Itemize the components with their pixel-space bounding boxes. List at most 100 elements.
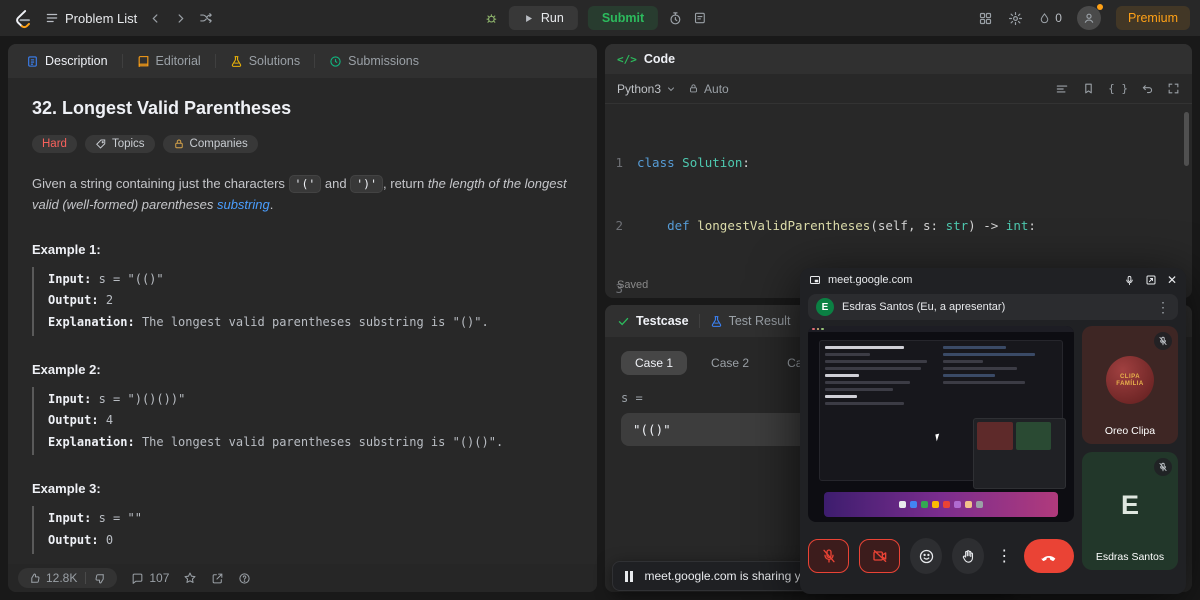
explanation-label: Explanation: [48,315,135,329]
case-1-chip[interactable]: Case 1 [621,351,687,375]
like-count: 12.8K [46,571,77,585]
problem-list-button[interactable]: Problem List [45,11,137,26]
pause-icon [625,571,633,582]
code-token: ) -> [968,215,1006,236]
example-explanation: The longest valid parentheses substring … [142,315,489,329]
participant-initial: E [1082,490,1178,521]
history-clock-icon [329,55,342,68]
end-call-button[interactable] [1024,539,1074,573]
participant-tile-oreo[interactable]: CLIPA FAMÍLIA Oreo Clipa [1082,326,1178,444]
submit-label: Submit [602,11,644,25]
code-token: (self, s: [870,215,945,236]
snippets-icon[interactable]: { } [1108,82,1128,95]
premium-button[interactable]: Premium [1116,6,1190,30]
notification-dot [1097,4,1103,10]
topics-pill[interactable]: Topics [85,135,155,153]
like-button[interactable]: 12.8K [28,571,77,585]
random-problem-button[interactable] [199,11,213,25]
tab-editorial[interactable]: Editorial [129,50,209,72]
layout-button[interactable] [978,11,993,26]
companies-pill[interactable]: Companies [163,135,258,153]
streak-counter[interactable]: 0 [1038,11,1062,25]
mic-mute-button[interactable] [808,539,849,573]
bookmark-icon[interactable] [1082,82,1095,95]
debugger-button[interactable] [484,11,499,26]
lock-icon [173,138,185,150]
tab-description[interactable]: Description [18,50,116,72]
favorite-button[interactable] [183,571,197,585]
code-token: class [637,152,675,173]
tab-submissions[interactable]: Submissions [321,50,427,72]
debug-bug-icon [484,11,499,26]
editor-toolbar: Python3 Auto { } [605,74,1192,104]
presenter-bar[interactable]: E Esdras Santos (Eu, a apresentar) ⋮ [808,294,1178,320]
grid-icon [978,11,993,26]
presenter-avatar: E [816,298,834,316]
tab-description-label: Description [45,54,108,68]
case-2-chip[interactable]: Case 2 [697,351,763,375]
tab-separator [699,314,700,328]
raise-hand-button[interactable] [952,538,984,574]
line-number: 1 [605,152,637,173]
participant-tile-esdras[interactable]: E Esdras Santos [1082,452,1178,570]
fullscreen-icon[interactable] [1167,82,1180,95]
comment-icon [131,572,144,585]
language-selector[interactable]: Python3 [617,82,676,96]
auto-toggle[interactable]: Auto [688,82,729,96]
auto-label: Auto [704,82,729,96]
code-panel: </> Code Python3 Auto { } 1class Soluti [605,44,1192,298]
kebab-menu-icon[interactable]: ⋮ [1156,299,1170,316]
menu-icon [45,11,59,25]
difficulty-badge[interactable]: Hard [32,135,77,153]
tab-testcase[interactable]: Testcase [617,314,689,328]
chevron-left-icon [149,12,162,25]
reactions-button[interactable] [910,538,942,574]
prev-problem-button[interactable] [149,12,162,25]
code-tag-icon: </> [617,53,637,66]
end-call-icon [1040,547,1058,565]
topics-label: Topics [112,138,145,150]
run-button[interactable]: Run [509,6,578,30]
example-2-title: Example 2: [32,362,573,377]
share-button[interactable] [211,572,224,585]
reset-icon[interactable] [1141,82,1154,95]
tab-solutions[interactable]: Solutions [222,50,308,72]
timer-button[interactable] [668,11,683,26]
tag-row: Hard Topics Companies [32,135,573,153]
gear-icon [1008,11,1023,26]
mic-off-icon [1158,336,1168,346]
user-avatar[interactable] [1077,6,1101,30]
note-icon [693,11,707,25]
example-input: s = ")()())" [99,392,186,406]
back-to-tab-icon[interactable] [1145,274,1157,286]
explanation-label: Explanation: [48,435,135,449]
editor-scrollbar[interactable] [1184,112,1189,166]
close-icon[interactable]: ✕ [1167,273,1177,287]
mic-icon[interactable] [1124,275,1135,286]
code-token: Solution [675,152,743,173]
comment-count: 107 [149,571,169,585]
format-icon[interactable] [1055,82,1069,96]
camera-off-button[interactable] [859,539,900,573]
top-navbar: Problem List Run Submit [0,0,1200,36]
leetcode-logo[interactable] [12,8,33,29]
next-problem-button[interactable] [174,12,187,25]
screen-share-preview[interactable] [808,326,1074,522]
help-button[interactable] [238,572,251,585]
substring-link[interactable]: substring [217,197,270,212]
star-icon [183,571,197,585]
tab-test-result[interactable]: Test Result [710,314,791,328]
settings-button[interactable] [1008,11,1023,26]
example-3-title: Example 3: [32,481,573,496]
code-panel-header: </> Code [605,44,1192,74]
dislike-button[interactable] [94,572,107,585]
code-line: 2 def longestValidParentheses(self, s: s… [605,215,1192,236]
submit-button[interactable]: Submit [588,6,658,30]
example-output: 2 [106,293,113,307]
notes-button[interactable] [693,11,707,25]
more-options-button[interactable]: ⋮ [994,546,1014,566]
meet-header[interactable]: meet.google.com ✕ [800,268,1186,292]
comments-button[interactable]: 107 [131,571,169,585]
example-1-block: Input: s = "(()" Output: 2 Explanation: … [32,267,573,336]
code-line: 1class Solution: [605,152,1192,173]
